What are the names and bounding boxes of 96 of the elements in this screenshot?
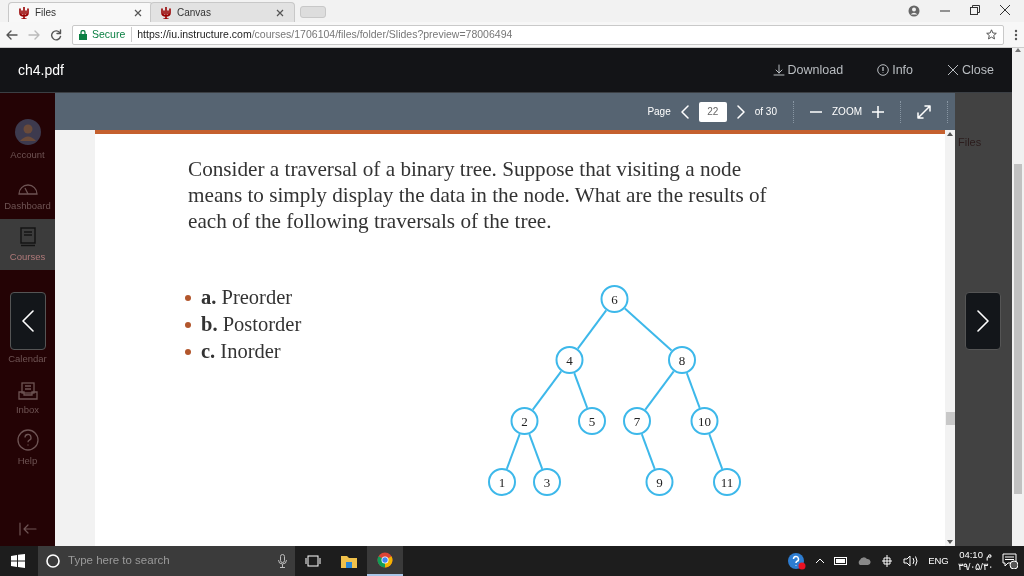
address-field[interactable]: Secure https://iu.instructure.com/courses/1706104/files/folder/Slides?preview=78006494 xyxy=(72,24,1004,45)
next-page-icon[interactable] xyxy=(736,104,745,119)
search-field[interactable]: Type here to search xyxy=(66,551,272,571)
page-label: Page xyxy=(647,105,671,119)
zoom-label: ZOOM xyxy=(832,105,862,119)
tree-node: 6 xyxy=(600,285,629,313)
document-scrollbar[interactable] xyxy=(945,130,955,546)
tree-edge xyxy=(708,433,724,470)
tree-node: 10 xyxy=(690,407,719,435)
network-icon[interactable] xyxy=(880,555,895,567)
browser-tab[interactable]: Canvas xyxy=(150,2,295,22)
clock[interactable]: 04:10 م ۳۹/۰۵/۳۰ xyxy=(957,549,993,573)
lock-icon xyxy=(79,29,87,40)
scroll-thumb[interactable] xyxy=(945,412,955,425)
info-icon xyxy=(877,64,890,76)
tree-edge xyxy=(528,433,544,470)
scroll-up-icon[interactable] xyxy=(947,132,953,136)
help-badge-icon[interactable] xyxy=(788,552,807,570)
bullet-dot xyxy=(185,348,191,355)
cloud-icon[interactable] xyxy=(857,557,872,565)
language-indicator[interactable]: ENG xyxy=(928,553,949,569)
tree-node: 2 xyxy=(510,407,539,435)
taskbar-search-field[interactable]: Type here to search xyxy=(38,546,295,576)
tree-edge xyxy=(640,433,656,470)
bullet-text: a. Preorder xyxy=(201,285,293,310)
scroll-down-icon[interactable] xyxy=(947,540,953,544)
previous-button[interactable] xyxy=(10,292,46,350)
bullet-dot xyxy=(185,294,191,301)
close-button[interactable]: Close xyxy=(947,60,994,80)
notification-icon[interactable] xyxy=(1002,553,1018,569)
inbox-icon xyxy=(17,381,38,400)
volume-icon[interactable] xyxy=(903,555,920,567)
info-button[interactable]: Info xyxy=(877,60,914,80)
reload-icon[interactable] xyxy=(50,28,62,41)
tree-edge xyxy=(644,370,675,411)
close-icon[interactable] xyxy=(1000,5,1010,15)
chevron-left-icon xyxy=(22,310,34,332)
tree-edge xyxy=(531,370,563,411)
previous-page-icon[interactable] xyxy=(680,104,689,119)
next-button[interactable] xyxy=(965,292,1001,350)
page-field[interactable]: 22 xyxy=(698,101,727,122)
fullscreen-icon[interactable] xyxy=(917,104,931,119)
close-icon xyxy=(947,64,960,76)
page-count: of 30 xyxy=(754,105,777,119)
tree-edge xyxy=(573,372,589,409)
zoom-in-icon[interactable] xyxy=(872,105,884,118)
file-title: ch4.pdf xyxy=(18,60,64,80)
tree-node: 7 xyxy=(623,407,651,435)
task-view-icon xyxy=(305,555,321,567)
tree-edge xyxy=(576,309,608,350)
chrome-button[interactable] xyxy=(367,546,403,576)
star-icon[interactable] xyxy=(986,29,997,40)
avatar-icon xyxy=(14,118,41,145)
close-icon[interactable] xyxy=(134,8,142,17)
download-button[interactable]: Download xyxy=(772,60,844,80)
menu-icon[interactable] xyxy=(1014,28,1018,41)
cortana-icon xyxy=(46,554,60,568)
battery-icon[interactable] xyxy=(834,557,849,565)
tree-node: 1 xyxy=(488,468,516,496)
trident-icon xyxy=(161,6,171,19)
windows-icon xyxy=(11,554,25,568)
tree-edge xyxy=(505,433,521,470)
browser-tab[interactable]: Files xyxy=(8,2,153,22)
profile-icon[interactable] xyxy=(908,5,920,17)
tree-node: 5 xyxy=(578,407,606,435)
tree-edge xyxy=(685,372,701,409)
folder-icon xyxy=(341,554,357,568)
tree-node: 11 xyxy=(713,468,741,496)
collapse-icon[interactable] xyxy=(18,522,37,536)
trident-icon xyxy=(19,6,29,19)
close-icon[interactable] xyxy=(276,8,284,17)
url-host: https://iu.instructure.com xyxy=(137,26,252,42)
clock-time: 04:10 م xyxy=(959,549,992,561)
browser-icon xyxy=(377,552,393,568)
scrollbar[interactable] xyxy=(1012,48,1024,546)
tree-node: 3 xyxy=(533,468,561,496)
bullet-text: c. Inorder xyxy=(201,339,281,364)
tree-node: 9 xyxy=(645,468,674,496)
chevron-up-icon[interactable] xyxy=(815,558,826,564)
download-icon xyxy=(772,64,785,76)
tree-node: 4 xyxy=(555,346,584,374)
bullet-dot xyxy=(185,321,191,328)
back-icon[interactable] xyxy=(6,28,18,41)
clock-date: ۳۹/۰۵/۳۰ xyxy=(957,561,993,573)
chevron-right-icon xyxy=(977,310,989,332)
slide-paragraph: Consider a traversal of a binary tree. Suppose that visiting a node means to simply display the data in the node. What are the results of each of the following traversals of the tree. xyxy=(188,156,768,234)
url-path: /courses/1706104/files/folder/Slides?preview=78006494 xyxy=(251,26,513,42)
bullet-text: b. Postorder xyxy=(201,312,302,337)
scroll-thumb[interactable] xyxy=(1014,164,1022,494)
book-icon xyxy=(19,226,36,247)
tree-node: 8 xyxy=(668,346,696,374)
tree-edge xyxy=(623,307,673,352)
restore-icon[interactable] xyxy=(970,5,980,15)
secure-label: Secure xyxy=(92,26,133,43)
microphone-icon[interactable] xyxy=(278,554,287,568)
help-icon xyxy=(16,428,39,451)
